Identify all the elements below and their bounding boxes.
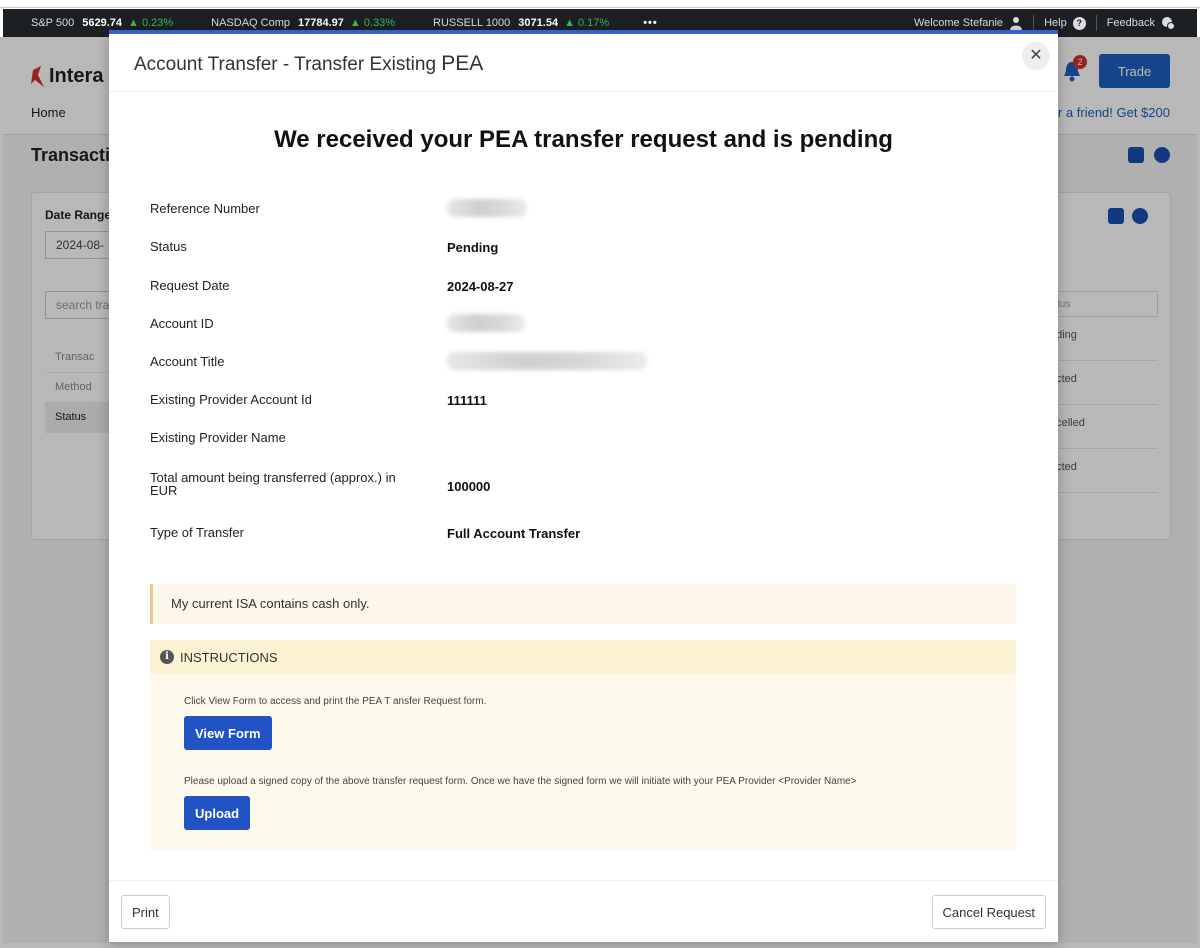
ticker-change: ▲ 0.23%	[128, 17, 174, 29]
view-form-instruction: Click View Form to access and print the …	[184, 696, 487, 707]
cancel-request-button[interactable]: Cancel Request	[931, 895, 1046, 929]
ticker-name: RUSSELL 1000	[433, 17, 511, 29]
welcome-user[interactable]: Welcome Stefanie	[904, 15, 1033, 31]
cash-only-notice: My current ISA contains cash only.	[150, 584, 1016, 624]
transfer-type-label: Type of Transfer	[150, 525, 244, 540]
total-amount-value: 100000	[447, 479, 491, 494]
help-link[interactable]: Help ?	[1033, 15, 1096, 31]
upload-button[interactable]: Upload	[184, 796, 251, 830]
account-id-label: Account ID	[150, 316, 214, 331]
ticker-change: ▲ 0.17%	[564, 17, 610, 29]
modal-title-text: Account Transfer - Transfer Existing	[134, 54, 442, 75]
ticker-value: 17784.97	[298, 17, 344, 29]
ticker-name: NASDAQ Comp	[211, 17, 290, 29]
ticker-item[interactable]: NASDAQ Comp 17784.97 ▲ 0.33%	[211, 17, 395, 29]
ticker-value: 5629.74	[82, 17, 122, 29]
status-value: Pending	[447, 240, 499, 255]
account-title-label: Account Title	[150, 354, 225, 369]
transfer-modal: Account Transfer - Transfer Existing PEA…	[109, 30, 1058, 942]
account-id-redacted	[447, 314, 525, 332]
ticker-name: S&P 500	[31, 17, 75, 29]
top-ruler	[0, 0, 1200, 8]
help-icon: ?	[1072, 16, 1086, 30]
reference-number-redacted	[447, 199, 527, 217]
status-label: Status	[150, 239, 187, 254]
total-amount-label: Total amount being transferred (approx.)…	[150, 470, 396, 498]
provider-account-id-value: 111111	[447, 393, 487, 408]
account-title-redacted	[447, 352, 647, 370]
print-button[interactable]: Print	[121, 895, 170, 929]
user-icon	[1010, 17, 1023, 30]
ticker-change: ▲ 0.33%	[349, 17, 396, 29]
instructions-header: i INSTRUCTIONS	[150, 640, 1016, 674]
provider-account-id-label: Existing Provider Account Id	[150, 392, 312, 407]
ticker-item[interactable]: S&P 500 5629.74 ▲ 0.23%	[31, 17, 173, 29]
request-date-label: Request Date	[150, 278, 230, 293]
modal-title-pea: PEA	[441, 52, 484, 75]
instructions-panel: i INSTRUCTIONS Click View Form to access…	[150, 640, 1016, 850]
info-icon: i	[160, 650, 174, 664]
modal-title: Account Transfer - Transfer Existing PEA	[134, 52, 483, 76]
modal-header: Account Transfer - Transfer Existing PEA…	[109, 34, 1058, 92]
view-form-button[interactable]: View Form	[184, 716, 272, 750]
help-text: Help	[1044, 17, 1067, 29]
ticker-value: 3071.54	[518, 17, 559, 29]
confirmation-headline: We received your PEA transfer request an…	[109, 126, 1058, 154]
welcome-text: Welcome Stefanie	[913, 17, 1004, 29]
upload-instruction: Please upload a signed copy of the above…	[184, 776, 857, 787]
feedback-chat-icon	[1162, 17, 1175, 30]
modal-footer: Print Cancel Request	[109, 880, 1058, 946]
ticker-more-button[interactable]: •••	[643, 17, 658, 29]
reference-number-label: Reference Number	[150, 201, 260, 216]
provider-name-label: Existing Provider Name	[150, 430, 286, 445]
close-icon[interactable]: ✕	[1022, 42, 1050, 70]
headline-suffix: transfer request and is pending	[527, 126, 893, 153]
feedback-text: Feedback	[1106, 17, 1155, 29]
headline-pea: PEA	[479, 126, 528, 153]
headline-prefix: We received your	[274, 126, 480, 153]
transfer-type-value: Full Account Transfer	[447, 526, 581, 541]
feedback-link[interactable]: Feedback	[1095, 15, 1185, 31]
request-date-value: 2024-08-27	[447, 279, 514, 294]
instructions-heading: INSTRUCTIONS	[180, 649, 278, 665]
ticker-item[interactable]: RUSSELL 1000 3071.54 ▲ 0.17%	[433, 17, 609, 29]
